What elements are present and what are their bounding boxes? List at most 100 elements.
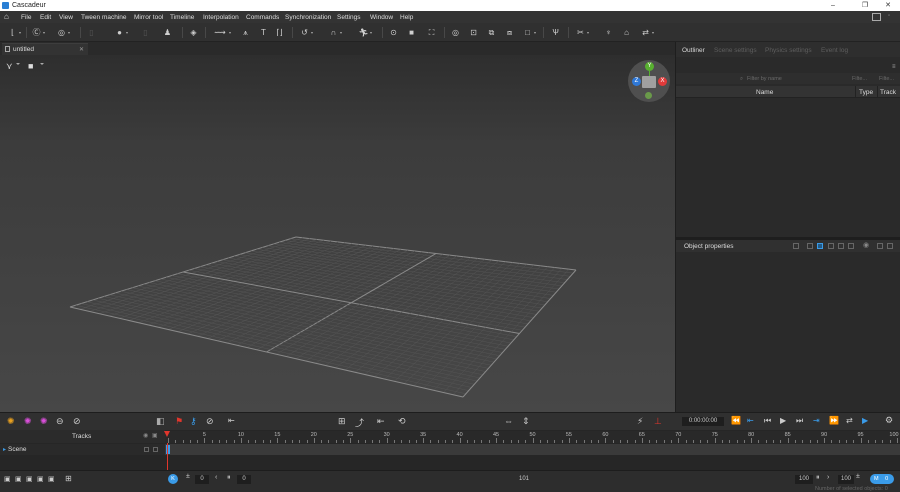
menu-interpolation[interactable]: Interpolation: [203, 14, 239, 21]
add-icon[interactable]: ⊞: [65, 474, 72, 483]
gizmo-neg-y[interactable]: [645, 92, 652, 99]
keyframe-toggle[interactable]: K: [168, 474, 178, 484]
maximize-button[interactable]: ❐: [854, 0, 876, 11]
joint-icon[interactable]: ▯: [140, 27, 151, 38]
menu-edit[interactable]: Edit: [40, 14, 51, 21]
frame-icon[interactable]: ⛶: [426, 27, 437, 38]
wings-icon[interactable]: Ѱ: [550, 27, 561, 38]
prop-icon[interactable]: [807, 243, 813, 249]
prev-frame-icon[interactable]: ⏮: [764, 416, 771, 426]
tab-outliner[interactable]: Outliner: [682, 47, 705, 54]
column-name[interactable]: Name: [756, 89, 773, 96]
magic-icon[interactable]: ⚡: [637, 416, 643, 427]
key-jump-icon[interactable]: ⇤: [377, 416, 385, 427]
tab-scene-settings[interactable]: Scene settings: [714, 47, 757, 54]
gizmo-cube[interactable]: [642, 76, 656, 88]
menu-help[interactable]: Help: [400, 14, 413, 21]
stepper-icon[interactable]: ±: [856, 473, 860, 480]
folder-icon[interactable]: ▣: [26, 475, 33, 483]
current-frame-field[interactable]: 101: [500, 475, 548, 484]
gizmo-z-axis[interactable]: Z: [632, 77, 641, 86]
frame-start-field[interactable]: 0: [195, 475, 209, 484]
eraser-icon[interactable]: ◈: [188, 27, 199, 38]
key-icon[interactable]: ⚷: [190, 416, 197, 427]
lock-icon[interactable]: ▯: [86, 27, 97, 38]
menu-view[interactable]: View: [59, 14, 73, 21]
copy-icon[interactable]: ⧉: [486, 27, 497, 38]
keyframe-clear-icon[interactable]: ⊖: [56, 416, 64, 427]
frame-offset-field[interactable]: 0: [237, 475, 251, 484]
bracket-icon[interactable]: ⌈⌋: [274, 27, 285, 38]
snap-tool-icon[interactable]: ◎: [56, 27, 70, 38]
frame-fit-icon[interactable]: ⊞: [338, 416, 346, 427]
axis-tool-icon[interactable]: ⌊: [7, 27, 21, 38]
pin-icon[interactable]: ▫: [888, 13, 890, 19]
stepper-icon[interactable]: ±: [186, 473, 190, 480]
layout-icon[interactable]: [872, 13, 881, 21]
menu-window[interactable]: Window: [370, 14, 393, 21]
mirror-icon[interactable]: ◧: [156, 416, 165, 427]
paste-icon[interactable]: ⧈: [504, 27, 515, 38]
prop-icon-active[interactable]: [817, 243, 823, 249]
frame-ruler[interactable]: 5 10 15 20 25 30 35 40 45 50 55 60 65 70 75 80 85 90 95 100: [165, 431, 900, 443]
prop-icon[interactable]: [793, 243, 799, 249]
keyframe-mode-icon[interactable]: ✺: [7, 416, 15, 427]
camera-icon[interactable]: ■: [406, 27, 417, 38]
eye-icon[interactable]: ◉: [863, 241, 869, 249]
next-frame-icon[interactable]: ⏭: [796, 416, 803, 426]
prop-icon[interactable]: [848, 243, 854, 249]
add-track-icon[interactable]: ▣: [15, 475, 22, 483]
ban-icon[interactable]: ⊘: [206, 416, 214, 427]
end-frame-field-2[interactable]: 100: [838, 475, 854, 484]
group-icon[interactable]: ▣: [37, 475, 44, 483]
arrows-icon[interactable]: ⇄: [640, 27, 654, 38]
fast-forward-icon[interactable]: ⏩: [829, 416, 839, 425]
tab-untitled[interactable]: untitled ✕: [2, 43, 88, 55]
playhead-handle[interactable]: [164, 431, 170, 437]
expand-icon[interactable]: ▸: [3, 446, 6, 453]
track-row-scene[interactable]: ▸ Scene: [0, 444, 165, 455]
minimize-button[interactable]: –: [822, 0, 844, 11]
orientation-gizmo[interactable]: Y X Z: [628, 60, 670, 102]
keyframe-interval-icon[interactable]: ✺: [24, 416, 32, 427]
pause-icon[interactable]: ⏸: [816, 474, 820, 482]
box-icon[interactable]: ⊡: [468, 27, 479, 38]
menu-icon[interactable]: ≡: [892, 64, 896, 70]
delete-track-icon[interactable]: ▣: [48, 475, 55, 483]
column-type[interactable]: Type: [859, 89, 873, 96]
tab-physics-settings[interactable]: Physics settings: [765, 47, 812, 54]
character-icon[interactable]: ♟: [162, 27, 173, 38]
fps-toggle[interactable]: M 0: [870, 474, 894, 484]
fit-height-icon[interactable]: ⇕: [522, 416, 530, 427]
interpolation-icon[interactable]: ⟿: [212, 27, 231, 38]
eye-icon[interactable]: ◉: [143, 432, 148, 439]
viewport-3d[interactable]: ⋎ ■: [0, 55, 675, 412]
target-icon[interactable]: ⊙: [388, 27, 399, 38]
text-icon[interactable]: T: [258, 27, 269, 38]
prop-icon[interactable]: [887, 243, 893, 249]
pause-icon[interactable]: ⏸: [227, 474, 231, 482]
keyframe-fixed-icon[interactable]: ✺: [40, 416, 48, 427]
center-tool-icon[interactable]: Ⓒ: [31, 27, 45, 38]
scene-track-lane[interactable]: [165, 444, 900, 455]
spiral-icon[interactable]: ◎: [450, 27, 461, 38]
curve-icon[interactable]: ⤴: [355, 416, 364, 429]
key-range-icon[interactable]: ⇤: [228, 416, 235, 425]
menu-synchronization[interactable]: Synchronization: [285, 14, 331, 21]
chevron-left-icon[interactable]: ‹: [215, 474, 217, 481]
playhead-tool-icon[interactable]: ⊥: [654, 416, 662, 427]
keyframe-loop-icon[interactable]: ⊘: [73, 416, 81, 427]
menu-settings[interactable]: Settings: [337, 14, 361, 21]
repeat-icon[interactable]: ⇄: [846, 416, 853, 425]
rotate-icon[interactable]: ↺: [299, 27, 313, 38]
tab-event-log[interactable]: Event log: [821, 47, 848, 54]
scissors-icon[interactable]: ✂: [575, 27, 589, 38]
gizmo-x-axis[interactable]: X: [658, 77, 667, 86]
flag-icon[interactable]: ⚑: [175, 416, 183, 427]
time-display[interactable]: 0:00:00:00: [682, 417, 724, 426]
filter-type-input[interactable]: Filte...: [852, 76, 867, 82]
lock-checkbox[interactable]: [153, 447, 158, 452]
menu-tween-machine[interactable]: Tween machine: [81, 14, 127, 21]
prop-icon[interactable]: [828, 243, 834, 249]
new-track-icon[interactable]: ▣: [4, 475, 11, 483]
